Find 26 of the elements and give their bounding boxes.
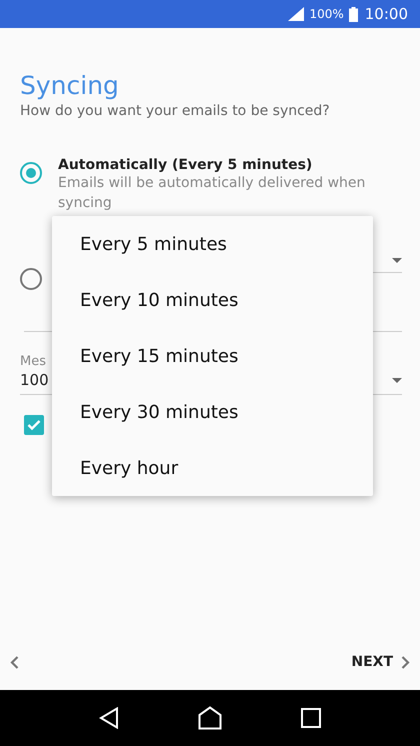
clock: 10:00	[364, 5, 408, 23]
menu-item[interactable]: Every 30 minutes	[52, 384, 373, 440]
option-label: Automatically (Every 5 minutes)	[58, 157, 314, 173]
check-icon	[27, 419, 41, 431]
back-chevron-icon[interactable]	[10, 656, 19, 668]
field-label: Mes	[20, 354, 46, 369]
chevron-right-icon	[401, 656, 410, 668]
home-icon[interactable]	[198, 706, 222, 730]
menu-item[interactable]: Every 5 minutes	[52, 216, 373, 272]
battery-percentage: 100%	[309, 7, 344, 21]
caret-icon	[392, 378, 402, 382]
page-subtitle: How do you want your emails to be synced?	[20, 103, 331, 119]
recents-icon[interactable]	[300, 708, 321, 728]
page-title: Syncing	[20, 70, 120, 102]
caret-icon	[392, 258, 402, 262]
menu-item[interactable]: Every 15 minutes	[52, 328, 373, 384]
radio-button[interactable]	[20, 162, 42, 184]
option-description: Emails will be automatically delivered when syncing	[58, 174, 366, 213]
signal-icon	[288, 7, 304, 21]
battery-icon	[348, 6, 358, 22]
radio-button[interactable]	[20, 268, 42, 290]
checkbox[interactable]	[24, 415, 44, 435]
menu-item[interactable]: Every hour	[52, 440, 373, 496]
menu-item[interactable]: Every 10 minutes	[52, 272, 373, 328]
next-button[interactable]: NEXT	[351, 654, 410, 670]
back-icon[interactable]	[99, 707, 120, 729]
